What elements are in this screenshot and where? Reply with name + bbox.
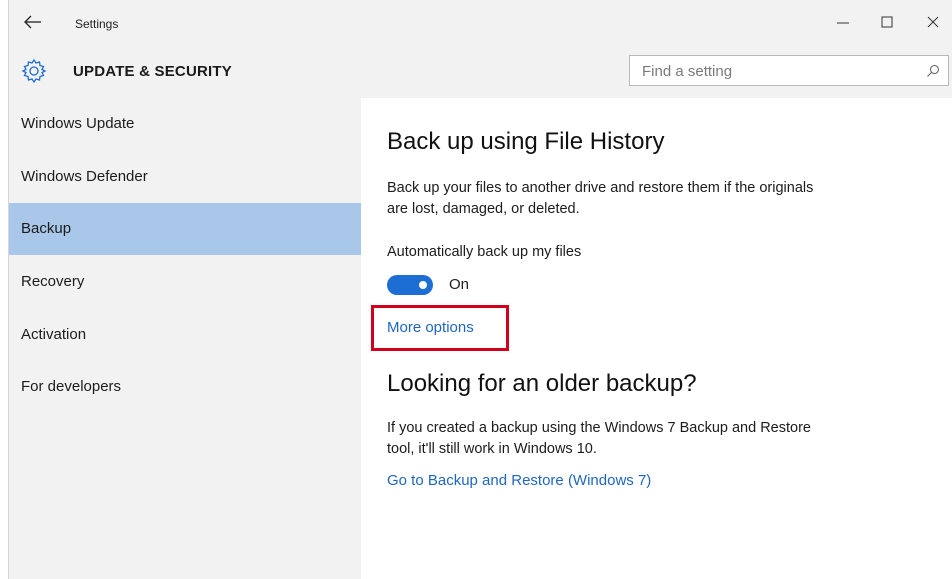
title-bar: Settings	[9, 0, 952, 44]
sidebar-item-windows-defender[interactable]: Windows Defender	[9, 151, 361, 203]
older-backup-heading: Looking for an older backup?	[387, 370, 697, 397]
sidebar-item-label: Windows Update	[21, 115, 135, 132]
search-icon[interactable]	[926, 64, 940, 78]
sidebar-item-activation[interactable]: Activation	[9, 309, 361, 361]
sidebar-item-label: Activation	[21, 326, 87, 343]
file-history-description-line2: are lost, damaged, or deleted.	[387, 201, 580, 217]
section-title: UPDATE & SECURITY	[73, 63, 232, 80]
maximize-button[interactable]	[873, 10, 901, 34]
back-arrow-icon[interactable]	[23, 14, 43, 30]
sidebar-item-recovery[interactable]: Recovery	[9, 256, 361, 308]
toggle-state-label: On	[449, 276, 470, 293]
sidebar-item-label: Recovery	[21, 273, 85, 290]
sidebar-item-label: For developers	[21, 378, 122, 395]
more-options-link[interactable]: More options	[387, 319, 474, 336]
toggle-knob	[419, 281, 427, 289]
file-history-description-line1: Back up your files to another drive and …	[387, 180, 814, 196]
older-backup-description-line2: tool, it'll still work in Windows 10.	[387, 441, 597, 457]
backup-restore-link[interactable]: Go to Backup and Restore (Windows 7)	[387, 472, 651, 489]
sidebar-item-label: Backup	[21, 220, 72, 237]
close-button[interactable]	[919, 10, 947, 34]
window-title: Settings	[75, 17, 119, 31]
file-history-heading: Back up using File History	[387, 128, 665, 155]
settings-header: UPDATE & SECURITY	[9, 44, 952, 98]
sidebar-item-windows-update[interactable]: Windows Update	[9, 98, 361, 150]
minimize-icon	[837, 22, 849, 24]
auto-backup-label: Automatically back up my files	[387, 244, 582, 260]
maximize-icon	[881, 16, 893, 28]
older-backup-description-line1: If you created a backup using the Window…	[387, 420, 811, 436]
sidebar-item-for-developers[interactable]: For developers	[9, 361, 361, 413]
search-box[interactable]	[629, 55, 949, 86]
main-content: Back up using File History Back up your …	[361, 98, 952, 579]
close-icon	[927, 16, 939, 28]
settings-window: Settings UPDATE & SECURITY Find a settin…	[8, 0, 952, 579]
gear-icon	[21, 58, 47, 84]
sidebar-item-backup[interactable]: Backup	[9, 203, 361, 255]
sidebar: Windows Update Windows Defender Backup R…	[9, 98, 361, 579]
minimize-button[interactable]	[829, 10, 857, 34]
sidebar-item-label: Windows Defender	[21, 168, 148, 185]
search-input[interactable]	[642, 62, 912, 80]
auto-backup-toggle[interactable]	[387, 275, 433, 295]
